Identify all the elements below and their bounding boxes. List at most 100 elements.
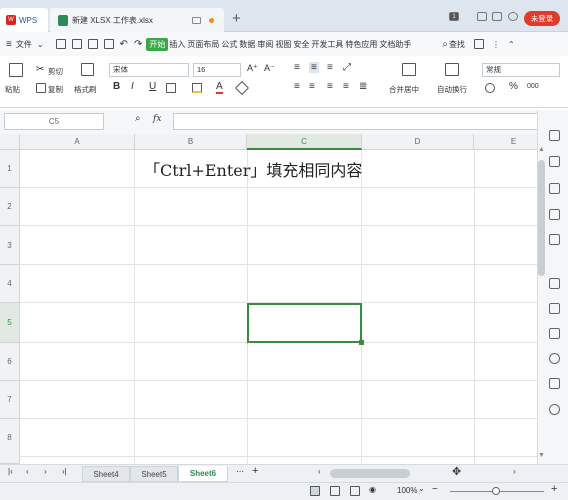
currency-icon[interactable] — [485, 83, 495, 93]
align-top-icon[interactable]: ≡ — [294, 62, 300, 73]
first-sheet-icon[interactable]: |‹ — [8, 467, 13, 476]
page-break-view-icon[interactable] — [350, 486, 360, 496]
menu-page-layout[interactable]: 页面布局 — [186, 39, 220, 50]
cut-button[interactable]: 剪切 — [48, 66, 63, 77]
menu-data[interactable]: 数据 — [238, 39, 256, 50]
collapse-ribbon-icon[interactable]: ⌃ — [508, 40, 515, 49]
settings-sliders-icon[interactable] — [549, 209, 560, 220]
row-header-3[interactable]: 3 — [0, 226, 20, 265]
row-header-6[interactable]: 6 — [0, 343, 20, 381]
row-header-4[interactable]: 4 — [0, 265, 20, 303]
align-middle-icon[interactable]: ≡ — [309, 62, 319, 73]
chart-icon[interactable] — [549, 378, 560, 389]
page-layout-view-icon[interactable] — [330, 486, 340, 496]
align-left-icon[interactable]: ≡ — [294, 81, 300, 92]
search-label[interactable]: 查找 — [448, 39, 466, 50]
italic-button[interactable]: I — [131, 81, 134, 92]
login-button[interactable]: 未登录 — [524, 11, 560, 26]
font-color-icon[interactable]: A — [216, 82, 223, 94]
save-icon[interactable] — [55, 39, 66, 49]
zoom-in-button[interactable]: + — [551, 483, 557, 495]
copy-button[interactable]: 复制 — [48, 84, 63, 95]
column-header-a[interactable]: A — [20, 134, 135, 150]
zoom-dropdown-icon[interactable]: ⌄ — [418, 484, 425, 493]
settings-icon[interactable] — [473, 39, 484, 49]
name-box[interactable]: C5 — [4, 113, 104, 130]
font-name-select[interactable]: 宋体 — [109, 63, 189, 77]
distributed-icon[interactable]: ≣ — [359, 81, 367, 92]
paste-button[interactable]: 粘贴 — [5, 84, 20, 95]
font-grow-button[interactable]: A⁺ — [247, 63, 258, 74]
wrap-text-button[interactable]: 自动换行 — [437, 84, 467, 95]
justify-icon[interactable]: ≡ — [343, 81, 349, 92]
cloud-icon[interactable] — [549, 234, 560, 245]
skin-icon[interactable] — [477, 12, 487, 21]
wps-home-tab[interactable]: W WPS — [0, 8, 48, 32]
account-icon[interactable] — [508, 12, 518, 21]
zoom-search-icon[interactable]: ⌕ — [135, 113, 141, 124]
formula-input[interactable] — [173, 113, 563, 130]
menu-developer[interactable]: 开发工具 — [310, 39, 344, 50]
menu-insert[interactable]: 插入 — [168, 39, 186, 50]
menu-file[interactable]: 文件 — [15, 39, 33, 50]
column-header-b[interactable]: B — [135, 134, 247, 150]
hamburger-icon[interactable]: ≡ — [6, 39, 12, 50]
last-sheet-icon[interactable]: ›| — [62, 467, 67, 476]
merge-center-button[interactable]: 合并居中 — [389, 84, 419, 95]
next-sheet-icon[interactable]: › — [44, 467, 47, 476]
vertical-scroll-thumb[interactable] — [538, 160, 545, 276]
gauge-icon[interactable] — [549, 353, 560, 364]
export-pdf-icon[interactable] — [71, 39, 82, 49]
arrows-icon[interactable] — [549, 303, 560, 314]
horizontal-scroll-thumb[interactable] — [330, 469, 410, 478]
hscroll-right-icon[interactable]: › — [513, 467, 516, 476]
underline-button[interactable]: U — [149, 81, 156, 92]
add-sheet-icon[interactable]: + — [252, 465, 258, 477]
window-icon[interactable] — [192, 16, 201, 24]
star-icon[interactable] — [549, 278, 560, 289]
reading-mode-icon[interactable]: ◉ — [369, 485, 376, 494]
column-header-c[interactable]: C — [247, 134, 362, 150]
add-tab-button[interactable]: + — [232, 10, 241, 27]
selected-cell-c5[interactable] — [247, 303, 364, 345]
row-header-7[interactable]: 7 — [0, 381, 20, 419]
fx-button[interactable]: fx — [153, 114, 161, 124]
filter-icon[interactable] — [549, 183, 560, 194]
image-icon[interactable] — [549, 328, 560, 339]
document-tab[interactable]: 新建 XLSX 工作表.xlsx — [50, 8, 224, 32]
menu-start[interactable]: 开始 — [146, 37, 169, 51]
percent-button[interactable]: % — [509, 81, 518, 92]
sheet-tab-sheet6[interactable]: Sheet6 — [178, 466, 228, 482]
paste-icon[interactable] — [9, 63, 23, 77]
menu-special[interactable]: 特色应用 — [344, 39, 378, 50]
menu-review[interactable]: 审阅 — [256, 39, 274, 50]
menu-security[interactable]: 安全 — [292, 39, 310, 50]
column-header-e[interactable]: E — [474, 134, 537, 150]
font-size-select[interactable]: 16 — [193, 63, 241, 77]
undo-icon[interactable]: ↶ — [120, 39, 128, 50]
menu-view[interactable]: 视图 — [274, 39, 292, 50]
scroll-down-arrow-icon[interactable]: ▼ — [538, 452, 545, 459]
row-header-1[interactable]: 1 — [0, 150, 20, 188]
row-header-5[interactable]: 5 — [0, 303, 20, 343]
zoom-level[interactable]: 100% — [397, 486, 417, 495]
menu-assistant[interactable]: 文档助手 — [378, 39, 412, 50]
row-header-8[interactable]: 8 — [0, 419, 20, 464]
number-format-select[interactable]: 常规 — [482, 63, 560, 77]
sheet-list-icon[interactable]: ⋯ — [236, 467, 244, 476]
fill-color-icon[interactable] — [192, 83, 202, 93]
cursor-icon[interactable] — [549, 130, 560, 141]
align-center-icon[interactable]: ≡ — [309, 81, 315, 92]
tab-count-icon[interactable]: 1 — [449, 12, 459, 21]
bold-button[interactable]: B — [113, 81, 120, 92]
align-bottom-icon[interactable]: ≡ — [327, 62, 333, 73]
menu-formulas[interactable]: 公式 — [220, 39, 238, 50]
share-icon[interactable] — [492, 12, 502, 21]
format-painter-button[interactable]: 格式刷 — [74, 84, 97, 95]
print-preview-icon[interactable] — [103, 39, 114, 49]
row-header-2[interactable]: 2 — [0, 188, 20, 226]
sheet-tab-sheet4[interactable]: Sheet4 — [82, 466, 130, 482]
hscroll-left-icon[interactable]: ‹ — [318, 467, 321, 476]
shapes-icon[interactable] — [549, 156, 560, 167]
help-icon[interactable] — [549, 404, 560, 415]
